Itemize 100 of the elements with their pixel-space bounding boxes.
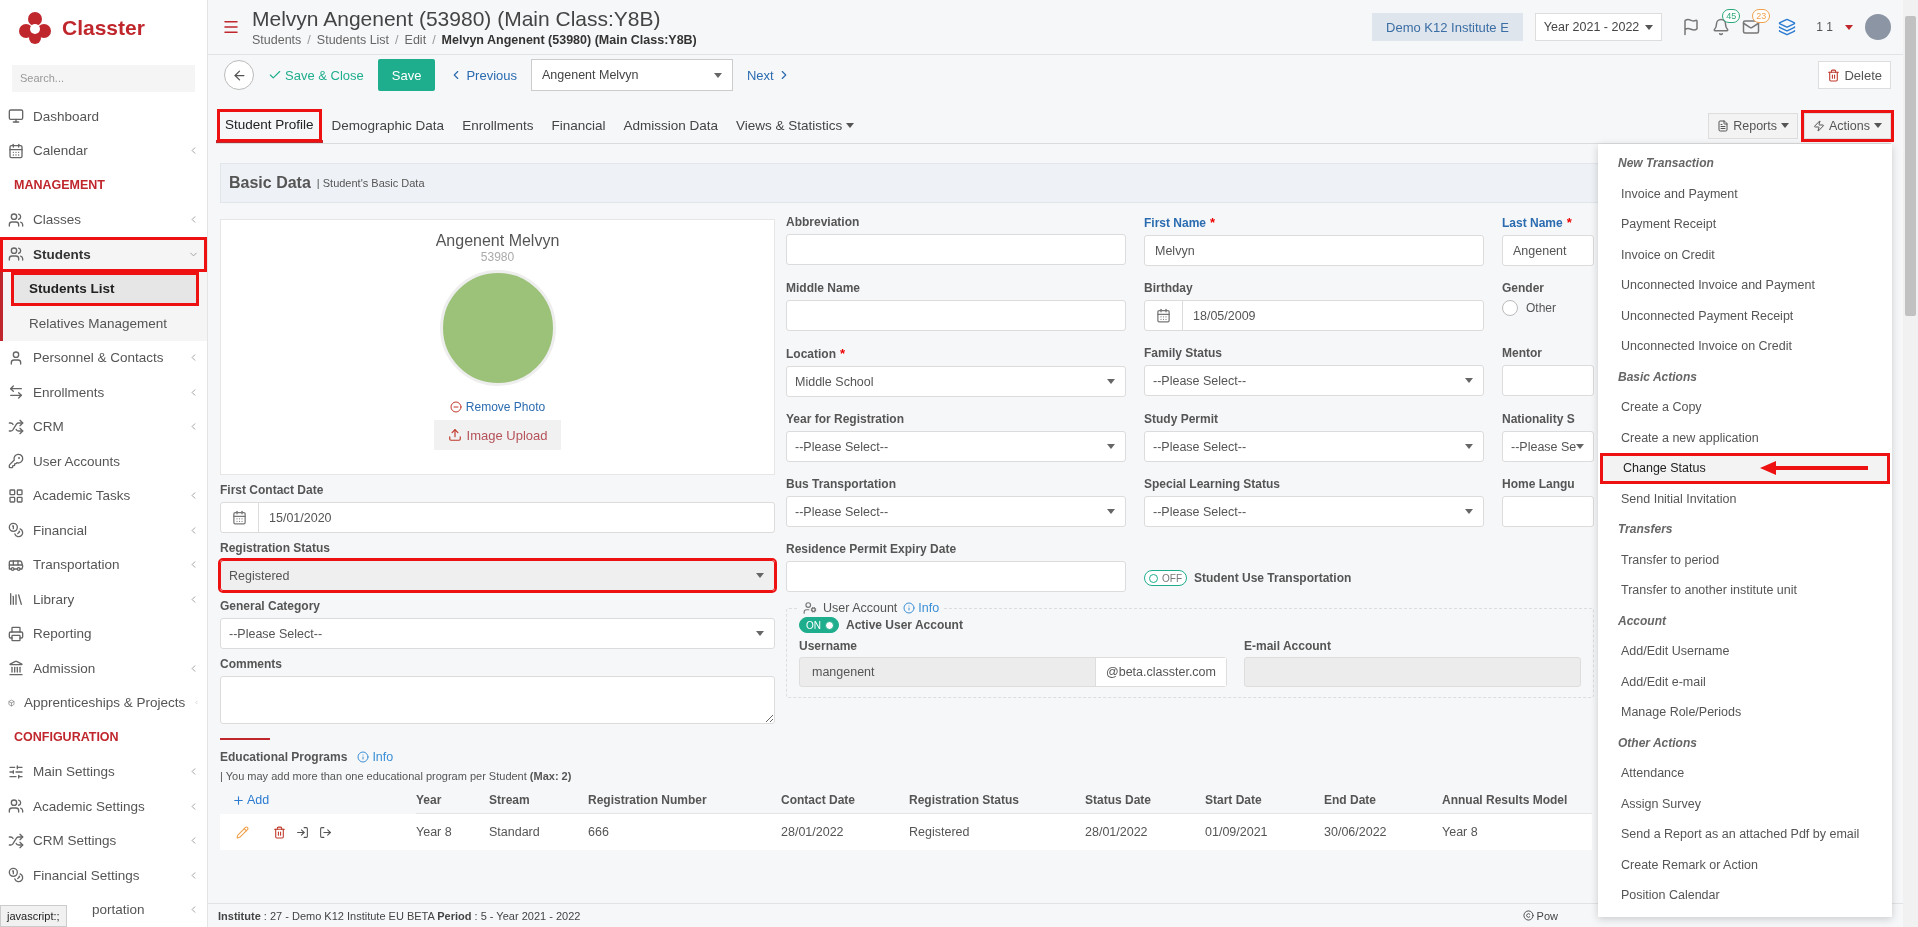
next-button[interactable]: Next — [743, 67, 795, 83]
logout-icon[interactable] — [319, 825, 332, 839]
sidebar-item[interactable]: Library — [0, 582, 207, 617]
avatar[interactable] — [1865, 14, 1891, 40]
radio-button[interactable] — [1502, 300, 1518, 316]
sidebar-item[interactable]: CRM Settings — [0, 823, 207, 858]
menu-item[interactable]: Unconnected Payment Receipt — [1598, 300, 1892, 331]
menu-item[interactable]: Invoice and Payment — [1598, 178, 1892, 209]
tab[interactable]: Demographic Data — [322, 108, 454, 143]
email-field[interactable] — [1244, 657, 1581, 687]
sidebar-item[interactable]: Financial Settings — [0, 858, 207, 893]
menu-item[interactable]: Manage Role/Periods — [1598, 697, 1892, 728]
year-select[interactable]: Year 2021 - 2022 — [1534, 13, 1663, 41]
comments-field[interactable] — [220, 676, 775, 724]
sidebar-item[interactable]: User Accounts — [0, 444, 207, 479]
breadcrumb-item[interactable]: Edit — [404, 33, 427, 47]
text-field[interactable] — [786, 561, 1126, 592]
breadcrumb-item[interactable]: Students List — [316, 33, 390, 47]
user-label[interactable]: 1 1 — [1816, 20, 1833, 34]
tab[interactable]: Student Profile — [216, 108, 323, 143]
sidebar-item[interactable]: Transportation — [0, 547, 207, 582]
menu-item[interactable]: Send Initial Invitation — [1598, 483, 1892, 514]
actions-button[interactable]: Actions — [1804, 112, 1891, 139]
back-button[interactable] — [224, 60, 254, 90]
sidebar-item[interactable]: Admission — [0, 651, 207, 686]
table-cell: 01/09/2021 — [1205, 814, 1324, 850]
select-field[interactable]: --Please Select-- — [1144, 496, 1484, 527]
sidebar-item[interactable]: Reporting — [0, 616, 207, 651]
submenu-item[interactable]: Relatives Management — [11, 306, 199, 341]
menu-item[interactable]: Assign Survey — [1598, 788, 1892, 819]
menu-icon[interactable] — [222, 18, 240, 36]
menu-item[interactable]: Create Remark or Action — [1598, 849, 1892, 880]
trash-icon[interactable] — [273, 825, 286, 839]
search-field[interactable]: Search... — [12, 64, 195, 92]
menu-item[interactable]: Create a new application — [1598, 422, 1892, 453]
text-field[interactable]: Angenent — [1502, 235, 1594, 266]
text-field[interactable] — [1502, 496, 1594, 527]
menu-item[interactable]: Transfer to period — [1598, 544, 1892, 575]
tab[interactable]: Views & Statistics — [727, 108, 864, 143]
add-button[interactable]: Add — [220, 793, 270, 807]
sidebar-item[interactable]: Financial — [0, 513, 207, 548]
sidebar-item[interactable]: Academic Settings — [0, 789, 207, 824]
sidebar-item[interactable]: CRM — [0, 409, 207, 444]
menu-item[interactable]: Position Calendar — [1598, 880, 1892, 911]
sidebar-item[interactable]: Calendar — [0, 133, 207, 168]
flag-icon[interactable] — [1682, 18, 1701, 36]
date-field[interactable]: 15/01/2020 — [220, 502, 775, 533]
layers-icon[interactable] — [1778, 18, 1797, 36]
text-field[interactable] — [786, 234, 1126, 265]
username-field[interactable]: mangenent @beta.classter.com — [799, 657, 1227, 687]
previous-button[interactable]: Previous — [445, 67, 521, 83]
tab[interactable]: Enrollments — [453, 108, 543, 143]
text-field[interactable] — [786, 300, 1126, 331]
scrollbar[interactable] — [1903, 0, 1918, 927]
text-field[interactable]: Melvyn — [1144, 235, 1484, 266]
image-upload-button[interactable]: Image Upload — [433, 420, 562, 450]
menu-item[interactable]: Attendance — [1598, 758, 1892, 789]
pencil-icon[interactable] — [236, 825, 249, 839]
menu-item[interactable]: Send a Report as an attached Pdf by email — [1598, 819, 1892, 850]
breadcrumb-item[interactable]: Students — [252, 33, 302, 47]
menu-item[interactable]: Add/Edit Username — [1598, 636, 1892, 667]
menu-item[interactable]: Transfer to another institute unit — [1598, 575, 1892, 606]
select-field[interactable]: --Please Select-- — [1144, 431, 1484, 462]
menu-item[interactable]: Invoice on Credit — [1598, 239, 1892, 270]
select-field[interactable]: --Please Select-- — [786, 496, 1126, 527]
menu-item[interactable]: Create a Copy — [1598, 392, 1892, 423]
toggle-switch[interactable]: OFF — [1144, 570, 1187, 586]
select-field[interactable]: --Please Select-- — [220, 618, 775, 649]
sidebar-item[interactable]: Apprenticeships & Projects — [0, 685, 207, 720]
sidebar-item[interactable]: Personnel & Contacts — [0, 340, 207, 375]
tab[interactable]: Admission Data — [614, 108, 727, 143]
sidebar-item[interactable]: Academic Tasks — [0, 478, 207, 513]
menu-item[interactable]: Change Status — [1600, 453, 1890, 484]
menu-item[interactable]: Add/Edit e-mail — [1598, 666, 1892, 697]
calendar-icon — [1156, 308, 1171, 323]
select-field[interactable]: Middle School — [786, 366, 1126, 397]
select-field[interactable]: --Please Select-- — [786, 431, 1126, 462]
date-field[interactable]: 18/05/2009 — [1144, 300, 1484, 331]
menu-item[interactable]: Unconnected Invoice on Credit — [1598, 331, 1892, 362]
sidebar-item[interactable]: Main Settings — [0, 754, 207, 789]
bell-icon[interactable] — [1712, 18, 1731, 36]
submenu-item[interactable]: Students List — [11, 271, 199, 306]
section-title: Educational Programs — [220, 750, 348, 764]
sidebar-item[interactable]: Dashboard — [0, 99, 207, 134]
remove-photo-link[interactable]: Remove Photo — [449, 400, 546, 414]
institute-button[interactable]: Demo K12 Institute E — [1372, 13, 1523, 41]
reports-button[interactable]: Reports — [1708, 112, 1798, 139]
select-field[interactable]: --Please Select-- — [1144, 365, 1484, 396]
text-field[interactable] — [1502, 365, 1594, 396]
mail-icon[interactable] — [1742, 18, 1761, 36]
select-field[interactable]: --Please Se — [1502, 431, 1594, 462]
sidebar-item[interactable]: Enrollments — [0, 375, 207, 410]
record-select[interactable]: Angenent Melvyn — [531, 59, 733, 91]
menu-item[interactable]: Payment Receipt — [1598, 209, 1892, 240]
tab[interactable]: Financial — [542, 108, 615, 143]
login-icon[interactable] — [296, 825, 309, 839]
delete-button[interactable]: Delete — [1818, 61, 1891, 89]
sidebar-item[interactable]: Students — [0, 237, 207, 272]
menu-item[interactable]: Unconnected Invoice and Payment — [1598, 270, 1892, 301]
sidebar-item[interactable]: Classes — [0, 202, 207, 237]
